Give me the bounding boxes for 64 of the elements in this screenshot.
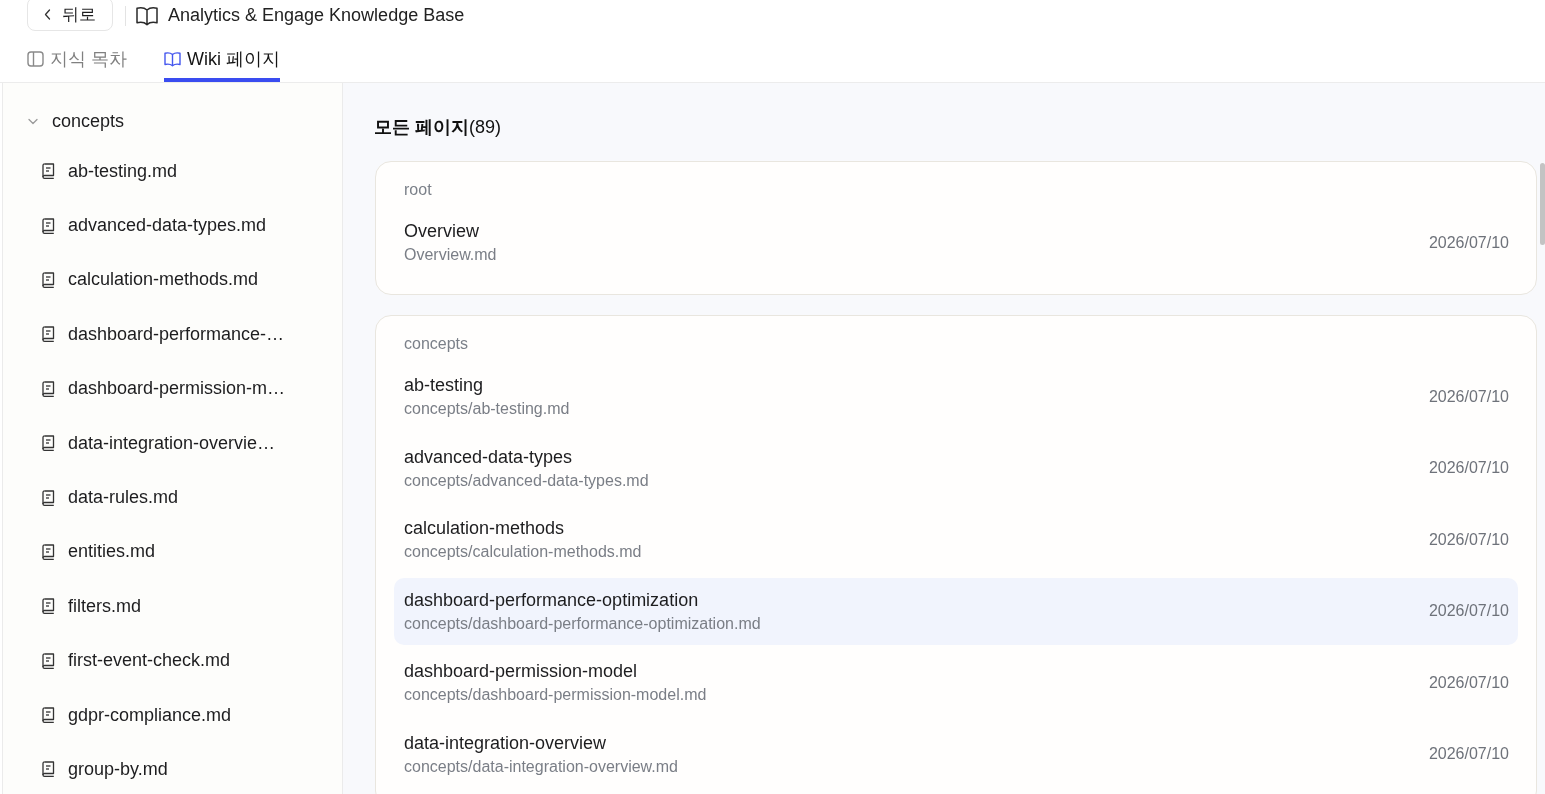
document-icon bbox=[42, 543, 55, 560]
page-name: Overview bbox=[404, 220, 479, 243]
document-icon bbox=[42, 707, 55, 724]
page-row[interactable]: ab-testing concepts/ab-testing.md 2026/07/10 bbox=[394, 363, 1518, 430]
document-icon bbox=[42, 271, 55, 288]
page-date: 2026/07/10 bbox=[1428, 602, 1509, 621]
scrollbar-thumb[interactable] bbox=[1540, 163, 1545, 245]
page-path: concepts/data-integration-overview.md bbox=[404, 756, 678, 777]
page-path: Overview.md bbox=[404, 245, 497, 265]
page-date: 2026/07/10 bbox=[1428, 530, 1509, 549]
document-icon bbox=[42, 163, 55, 180]
page-name: advanced-data-types bbox=[404, 445, 573, 469]
page-name: dashboard-permission-model bbox=[404, 660, 638, 684]
document-icon bbox=[42, 761, 55, 778]
page-row[interactable]: calculation-methods concepts/calculation-methods.md 2026/07/10 bbox=[394, 506, 1518, 574]
tree-item[interactable]: data-rules.md bbox=[34, 470, 342, 525]
page-row[interactable]: dashboard-performance-optimization concepts/dashboard-performance-optimization.md 2026/07/10 bbox=[394, 577, 1518, 645]
book-icon bbox=[164, 51, 181, 67]
chevron-left-icon bbox=[44, 8, 51, 20]
tree-item[interactable]: data-integration-overvie… bbox=[34, 415, 342, 471]
page-title: Analytics & Engage Knowledge Base bbox=[168, 5, 465, 26]
tree-item[interactable]: dashboard-performance-… bbox=[34, 307, 342, 362]
section-heading: 모든 페이지(89) bbox=[374, 116, 502, 139]
group-label: concepts bbox=[404, 334, 469, 354]
page-row[interactable]: data-integration-overview concepts/data-integration-overview.md 2026/07/10 bbox=[394, 720, 1518, 788]
tree-item[interactable]: gdpr-compliance.md bbox=[34, 687, 342, 743]
page-date: 2026/07/10 bbox=[1428, 387, 1509, 406]
page-path: concepts/dashboard-performance-optimization.md bbox=[404, 613, 761, 634]
page-path: concepts/ab-testing.md bbox=[404, 399, 570, 419]
tree-item[interactable]: calculation-methods.md bbox=[34, 252, 342, 308]
document-icon bbox=[42, 598, 55, 615]
sidebar-panel-icon bbox=[27, 51, 44, 67]
page-name: data-integration-overview bbox=[404, 731, 607, 755]
page-row[interactable]: dashboard-permission-model concepts/dashboard-permission-model.md 2026/07/10 bbox=[394, 649, 1518, 717]
tab[interactable]: 지식 목차 bbox=[27, 36, 127, 82]
document-icon bbox=[42, 380, 55, 397]
tree-item[interactable]: advanced-data-types.md bbox=[34, 198, 342, 253]
tree-item[interactable]: ab-testing.md bbox=[34, 144, 342, 199]
tree-item[interactable]: entities.md bbox=[34, 524, 342, 580]
group-label: root bbox=[404, 180, 432, 200]
page-date: 2026/07/10 bbox=[1428, 233, 1509, 252]
document-icon bbox=[42, 217, 55, 234]
page-path: concepts/advanced-data-types.md bbox=[404, 470, 649, 491]
tree-item[interactable]: group-by.md bbox=[34, 742, 342, 794]
document-icon bbox=[42, 435, 55, 452]
page-name: calculation-methods bbox=[404, 517, 565, 541]
tree-item[interactable]: filters.md bbox=[34, 579, 342, 634]
document-icon bbox=[42, 326, 55, 343]
page-row[interactable]: advanced-data-types concepts/advanced-data-types.md 2026/07/10 bbox=[394, 434, 1518, 502]
back-button[interactable]: 뒤로 bbox=[27, 0, 113, 31]
tree-item[interactable]: first-event-check.md bbox=[34, 633, 342, 688]
page-date: 2026/07/10 bbox=[1428, 745, 1509, 764]
document-icon bbox=[42, 489, 55, 506]
tree-item[interactable]: dashboard-permission-m… bbox=[34, 361, 342, 416]
page-row[interactable]: Overview Overview.md 2026/07/10 bbox=[394, 209, 1518, 276]
page-path: concepts/dashboard-permission-model.md bbox=[404, 685, 707, 706]
page-name: ab-testing bbox=[404, 374, 484, 397]
page-name: dashboard-performance-optimization bbox=[404, 588, 699, 612]
page-date: 2026/07/10 bbox=[1428, 459, 1509, 478]
page-path: concepts/calculation-methods.md bbox=[404, 542, 642, 563]
page-date: 2026/07/10 bbox=[1428, 673, 1509, 692]
tree-folder[interactable]: concepts bbox=[20, 98, 342, 144]
book-icon bbox=[136, 5, 158, 26]
document-icon bbox=[42, 652, 55, 669]
